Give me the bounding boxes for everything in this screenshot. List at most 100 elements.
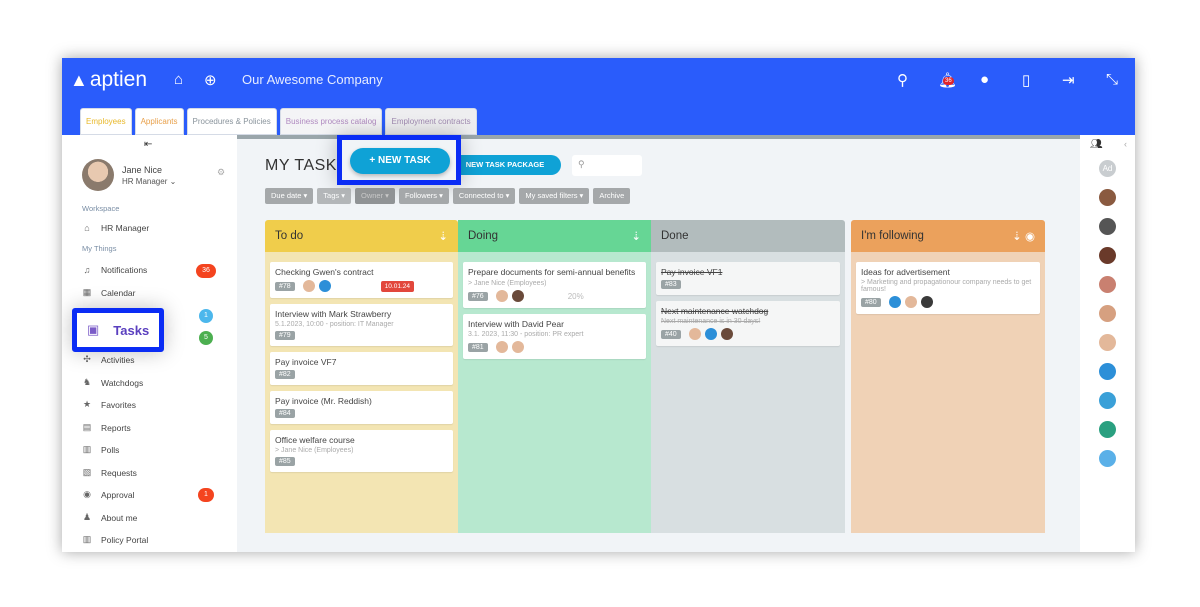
- activities-icon: ✣: [83, 354, 91, 364]
- column-to-do: To do ⇣ Checking Gwen's contract #78 10.01.…: [265, 220, 458, 533]
- section-workspace: Workspace: [82, 204, 120, 213]
- tab-business-process[interactable]: Business process catalog: [279, 108, 383, 135]
- search-input[interactable]: ⚲: [572, 155, 642, 176]
- user-role[interactable]: HR Manager ⌄: [122, 177, 176, 186]
- tasks-badge-1: 1: [199, 309, 213, 323]
- sidebar-item-activities[interactable]: ✣ Activities: [82, 354, 134, 365]
- filter-owner[interactable]: Owner ▾: [355, 188, 395, 204]
- new-task-button[interactable]: + NEW TASK: [350, 148, 450, 174]
- avatar[interactable]: [1099, 450, 1116, 467]
- sort-icon[interactable]: ⇣: [438, 229, 448, 243]
- user-avatar[interactable]: [82, 159, 114, 191]
- sidebar-item-reports[interactable]: ▤ Reports: [82, 422, 131, 433]
- task-card[interactable]: Office welfare course > Jane Nice (Employ…: [270, 430, 453, 472]
- avatar: [888, 296, 901, 308]
- task-card[interactable]: Interview with Mark Strawberry 5.1.2023, …: [270, 304, 453, 346]
- gear-icon[interactable]: ⚙: [217, 167, 225, 178]
- sidebar-item-favorites[interactable]: ★ Favorites: [82, 399, 136, 410]
- avatar[interactable]: [1099, 247, 1116, 264]
- progress-text: 20%: [567, 291, 584, 301]
- task-card[interactable]: Pay invoice VF7 #82: [270, 352, 453, 385]
- task-id: #76: [468, 291, 488, 301]
- avatar[interactable]: [1099, 305, 1116, 322]
- eye-icon[interactable]: ◉: [1025, 231, 1035, 243]
- avatar[interactable]: [1099, 392, 1116, 409]
- avatar[interactable]: [1099, 421, 1116, 438]
- user-name: Jane Nice: [122, 165, 163, 175]
- tab-procedures[interactable]: Procedures & Policies: [186, 108, 277, 135]
- task-card[interactable]: Ideas for advertisement > Marketing and p…: [856, 262, 1040, 314]
- filter-followers[interactable]: Followers ▾: [398, 188, 449, 204]
- sort-icon[interactable]: ⇣: [1012, 231, 1022, 243]
- person-icon: ♟: [82, 512, 92, 522]
- task-card[interactable]: Pay invoice (Mr. Reddish) #84: [270, 391, 453, 424]
- filter-due-date[interactable]: Due date ▾: [265, 188, 314, 204]
- sidebar-item-polls[interactable]: ▥ Polls: [82, 444, 120, 455]
- collapse-icon[interactable]: ⤡: [1106, 71, 1118, 88]
- page-title: MY TASKS: [265, 157, 349, 174]
- tab-employees[interactable]: Employees: [80, 108, 132, 135]
- sort-icon[interactable]: ⇣: [631, 229, 641, 243]
- star-icon: ★: [82, 399, 92, 409]
- tab-applicants[interactable]: Applicants: [134, 108, 184, 135]
- avatar[interactable]: Ad: [1099, 160, 1116, 177]
- company-name[interactable]: Our Awesome Company: [242, 72, 383, 87]
- sidebar: ⇤ Jane Nice HR Manager ⌄ ⚙ Workspace ⌂ HR…: [62, 135, 237, 552]
- calendar-icon: ▦: [82, 287, 92, 297]
- filter-connected-to[interactable]: Connected to ▾: [452, 188, 516, 204]
- notifications-badge: 36: [196, 264, 216, 278]
- task-card[interactable]: Prepare documents for semi-annual benefi…: [463, 262, 646, 308]
- task-card[interactable]: Checking Gwen's contract #78 10.01.24: [270, 262, 453, 298]
- task-id: #40: [661, 329, 681, 339]
- avatar[interactable]: [1099, 363, 1116, 380]
- new-task-package-button[interactable]: NEW TASK PACKAGE: [449, 155, 561, 175]
- task-card[interactable]: Next maintenance watchdog Next maintenanc…: [656, 301, 840, 346]
- people-panel: 👥︎ ‹ Ad: [1080, 135, 1135, 552]
- column-doing: Doing ⇣ Prepare documents for semi-annual…: [458, 220, 651, 533]
- tab-employment-contracts[interactable]: Employment contracts: [385, 108, 477, 135]
- task-id: #84: [275, 409, 295, 418]
- logo[interactable]: ▲ aptien: [70, 68, 147, 92]
- filter-saved-filters[interactable]: My saved filters ▾: [519, 188, 590, 204]
- column-header: Done: [651, 220, 845, 252]
- mobile-icon[interactable]: ▯: [1022, 71, 1030, 89]
- dog-icon: ♞: [82, 377, 92, 387]
- tasks-badge-2: 5: [199, 331, 213, 345]
- sidebar-item-about-me[interactable]: ♟ About me: [82, 512, 137, 523]
- search-icon[interactable]: ⚲: [897, 71, 908, 89]
- avatar[interactable]: [1099, 334, 1116, 351]
- task-id: #78: [275, 281, 295, 291]
- avatar: [904, 296, 917, 308]
- logout-icon[interactable]: ⇥: [1062, 71, 1075, 89]
- chat-icon[interactable]: ●: [980, 71, 989, 88]
- avatar[interactable]: [1099, 189, 1116, 206]
- task-card[interactable]: Interview with David Pear 3.1. 2023, 11:3…: [463, 314, 646, 359]
- plus-circle-icon[interactable]: ⊕: [204, 71, 217, 89]
- sidebar-item-policy-portal[interactable]: ▥ Policy Portal: [82, 534, 149, 545]
- avatar: [704, 328, 717, 340]
- task-id: #82: [275, 370, 295, 379]
- home-icon[interactable]: ⌂: [174, 71, 183, 88]
- sidebar-item-requests[interactable]: ▧ Requests: [82, 467, 137, 478]
- column-header: To do ⇣: [265, 220, 458, 252]
- collapse-sidebar-icon[interactable]: ⇤: [144, 139, 152, 150]
- sidebar-item-calendar[interactable]: ▦ Calendar: [82, 287, 136, 298]
- sidebar-item-tasks[interactable]: ▣ Tasks: [72, 308, 164, 352]
- avatar[interactable]: [1099, 218, 1116, 235]
- main-content: MY TASKS NEW TASK PACKAGE ⚲ + NEW TASK D…: [237, 135, 1080, 552]
- sidebar-item-hr-manager[interactable]: ⌂ HR Manager: [82, 223, 149, 233]
- policy-icon: ▥: [82, 534, 92, 544]
- task-id: #83: [661, 280, 681, 289]
- due-date-badge: 10.01.24: [380, 280, 414, 292]
- filter-tags[interactable]: Tags ▾: [317, 188, 351, 204]
- sidebar-item-watchdogs[interactable]: ♞ Watchdogs: [82, 377, 143, 388]
- task-card[interactable]: Pay invoice VF1 #83: [656, 262, 840, 295]
- bell-icon[interactable]: 🔔︎36: [938, 71, 957, 89]
- check-circle-icon: ◉: [83, 489, 91, 499]
- archive-button[interactable]: Archive: [593, 188, 631, 204]
- task-id: #81: [468, 342, 488, 352]
- chevron-left-icon[interactable]: ‹: [1124, 139, 1127, 149]
- sidebar-item-approval[interactable]: ◉ Approval: [82, 489, 135, 500]
- sidebar-item-notifications[interactable]: ♫ Notifications: [82, 265, 148, 275]
- avatar[interactable]: [1099, 276, 1116, 293]
